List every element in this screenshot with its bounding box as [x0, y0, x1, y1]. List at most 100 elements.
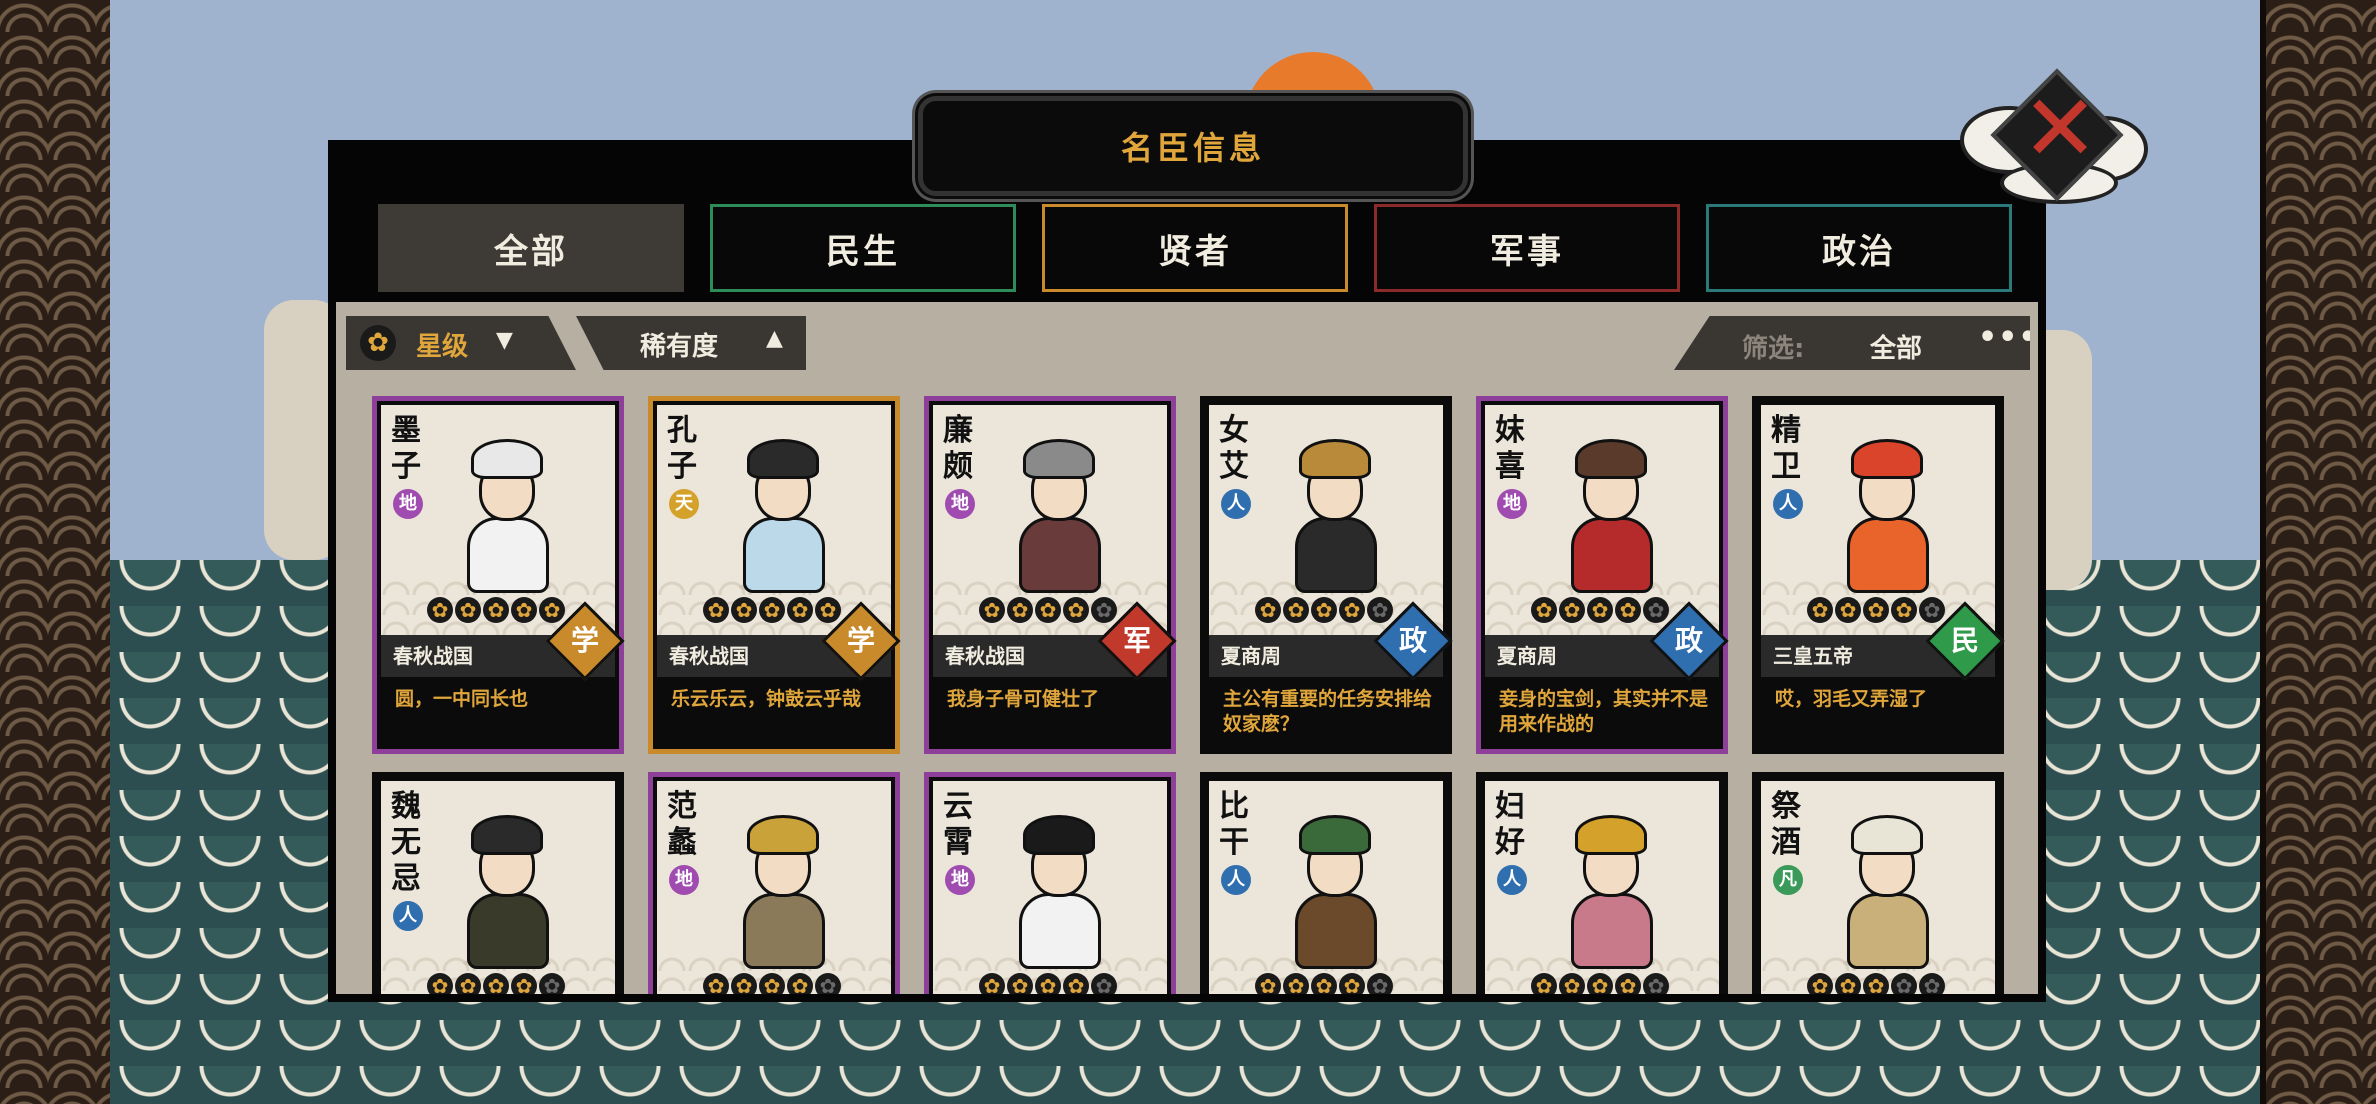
minister-portrait — [1547, 809, 1671, 969]
left-ornament-border — [0, 0, 116, 1104]
portrait-robe — [1571, 893, 1653, 969]
star-icon: ✿ — [1311, 597, 1337, 623]
minister-card[interactable]: 精卫人 ✿ ✿ ✿ ✿ ✿ 三皇五帝民哎，羽毛又弄湿了 — [1752, 396, 2005, 754]
tier-badge: 凡 — [1773, 865, 1803, 895]
portrait-robe — [1295, 893, 1377, 969]
star-icon: ✿ — [1531, 597, 1557, 623]
title-plate: 名臣信息 — [918, 96, 1468, 196]
minister-quote: 圆，一中同长也 — [395, 688, 529, 710]
sort-by-star-button[interactable]: ✿ 星级 ▼ — [346, 316, 576, 370]
tier-badge: 人 — [1221, 489, 1251, 519]
tier-badge: 地 — [1497, 489, 1527, 519]
sort-star-label: 星级 — [416, 332, 469, 362]
minister-portrait — [1271, 433, 1395, 593]
portrait-robe — [1295, 517, 1377, 593]
star-icon: ✿ — [1807, 973, 1833, 994]
star-icon: ✿ — [1283, 597, 1309, 623]
minister-quote: 哎，羽毛又弄湿了 — [1775, 688, 1928, 710]
star-icon: ✿ — [1063, 973, 1089, 994]
minister-card[interactable]: 孔子天 ✿ ✿ ✿ ✿ ✿ 春秋战国学乐云乐云，钟鼓云乎哉 — [648, 396, 901, 754]
tab-4[interactable]: 政治 — [1706, 204, 2012, 292]
minister-name: 女艾 — [1219, 413, 1249, 484]
minister-name: 比干 — [1219, 789, 1249, 860]
sort-filter-bar: ✿ 星级 ▼ 稀有度 ▲ 筛选: 全部 ••• — [336, 316, 2038, 372]
card-portrait-area: 祭酒凡 ✿ ✿ ✿ ✿ ✿ — [1761, 781, 1995, 994]
minister-quote: 妾身的宝剑，其实并不是用来作战的 — [1499, 688, 1709, 735]
card-portrait-area: 妺喜地 ✿ ✿ ✿ ✿ ✿ — [1485, 405, 1719, 635]
tab-1[interactable]: 民生 — [710, 204, 1016, 292]
star-icon: ✿ — [1587, 597, 1613, 623]
star-rating: ✿ ✿ ✿ ✿ ✿ — [979, 973, 1129, 994]
minister-card[interactable]: 魏无忌人 ✿ ✿ ✿ ✿ ✿ — [372, 772, 624, 994]
star-icon: ✿ — [703, 973, 729, 994]
minister-card[interactable]: 廉颇地 ✿ ✿ ✿ ✿ ✿ 春秋战国军我身子骨可健壮了 — [924, 396, 1177, 754]
minister-name: 妇好 — [1495, 789, 1525, 860]
sort-by-rarity-button[interactable]: 稀有度 ▲ — [576, 316, 806, 370]
minister-name: 廉颇 — [943, 413, 973, 484]
tier-badge: 地 — [393, 489, 423, 519]
close-icon: ✕ — [2021, 75, 2099, 182]
card-portrait-area: 女艾人 ✿ ✿ ✿ ✿ ✿ — [1209, 405, 1443, 635]
star-icon: ✿ — [1863, 597, 1889, 623]
chevron-up-icon: ▲ — [766, 326, 783, 351]
portrait-robe — [467, 893, 549, 969]
star-icon: ✿ — [1891, 597, 1917, 623]
minister-card[interactable]: 妺喜地 ✿ ✿ ✿ ✿ ✿ 夏商周政妾身的宝剑，其实并不是用来作战的 — [1476, 396, 1729, 754]
portrait-headwear — [471, 439, 543, 479]
minister-name: 精卫 — [1771, 413, 1801, 484]
star-icon: ✿ — [1007, 973, 1033, 994]
star-icon: ✿ — [759, 597, 785, 623]
star-icon: ✿ — [731, 973, 757, 994]
minister-card[interactable]: 墨子地 ✿ ✿ ✿ ✿ ✿ 春秋战国学圆，一中同长也 — [372, 396, 625, 754]
portrait-headwear — [1851, 815, 1923, 855]
minister-card[interactable]: 妇好人 ✿ ✿ ✿ ✿ ✿ — [1476, 772, 1728, 994]
portrait-headwear — [747, 439, 819, 479]
star-icon: ✿ — [787, 973, 813, 994]
card-portrait-area: 廉颇地 ✿ ✿ ✿ ✿ ✿ — [933, 405, 1167, 635]
tab-2[interactable]: 贤者 — [1042, 204, 1348, 292]
minister-name: 孔子 — [667, 413, 697, 484]
close-button[interactable]: ✕ — [1960, 66, 2148, 204]
star-icon: ✿ — [1615, 973, 1641, 994]
sort-rarity-label: 稀有度 — [640, 332, 719, 362]
portrait-headwear — [471, 815, 543, 855]
right-ornament-border — [2260, 0, 2376, 1104]
minister-card[interactable]: 比干人 ✿ ✿ ✿ ✿ ✿ — [1200, 772, 1452, 994]
minister-portrait — [443, 809, 567, 969]
card-portrait-area: 精卫人 ✿ ✿ ✿ ✿ ✿ — [1761, 405, 1995, 635]
minister-card[interactable]: 女艾人 ✿ ✿ ✿ ✿ ✿ 夏商周政主公有重要的任务安排给奴家麽？ — [1200, 396, 1453, 754]
portrait-headwear — [1299, 439, 1371, 479]
star-rating: ✿ ✿ ✿ ✿ ✿ — [1531, 597, 1681, 625]
minister-portrait — [719, 433, 843, 593]
star-icon: ✿ — [1311, 973, 1337, 994]
category-label: 政 — [1674, 624, 1703, 657]
minister-card[interactable]: 云霄地 ✿ ✿ ✿ ✿ ✿ — [924, 772, 1176, 994]
card-portrait-area: 魏无忌人 ✿ ✿ ✿ ✿ ✿ — [381, 781, 615, 994]
tier-badge: 地 — [669, 865, 699, 895]
star-icon: ✿ — [1835, 973, 1861, 994]
tab-0[interactable]: 全部 — [378, 204, 684, 292]
filter-dropdown[interactable]: 筛选: 全部 ••• — [1674, 316, 2030, 370]
minister-name: 范蠡 — [667, 789, 697, 860]
card-portrait-area: 范蠡地 ✿ ✿ ✿ ✿ ✿ — [657, 781, 891, 994]
tier-badge: 人 — [1221, 865, 1251, 895]
page-title: 名臣信息 — [1120, 129, 1265, 167]
portrait-robe — [1019, 517, 1101, 593]
star-icon: ✿ — [427, 973, 453, 994]
tier-badge: 天 — [669, 489, 699, 519]
minister-card[interactable]: 祭酒凡 ✿ ✿ ✿ ✿ ✿ — [1752, 772, 2004, 994]
minister-name: 祭酒 — [1771, 789, 1801, 860]
card-portrait-area: 云霄地 ✿ ✿ ✿ ✿ ✿ — [933, 781, 1167, 994]
portrait-headwear — [1575, 439, 1647, 479]
star-icon: ✿ — [1339, 597, 1365, 623]
portrait-headwear — [1299, 815, 1371, 855]
star-rating: ✿ ✿ ✿ ✿ ✿ — [1807, 597, 1957, 625]
tab-3[interactable]: 军事 — [1374, 204, 1680, 292]
minister-name: 云霄 — [943, 789, 973, 860]
star-icon: ✿ — [1587, 973, 1613, 994]
star-icon: ✿ — [1891, 973, 1917, 994]
star-rating: ✿ ✿ ✿ ✿ ✿ — [1807, 973, 1957, 994]
tier-badge: 人 — [393, 901, 423, 931]
minister-card[interactable]: 范蠡地 ✿ ✿ ✿ ✿ ✿ — [648, 772, 900, 994]
star-icon: ✿ — [1559, 597, 1585, 623]
